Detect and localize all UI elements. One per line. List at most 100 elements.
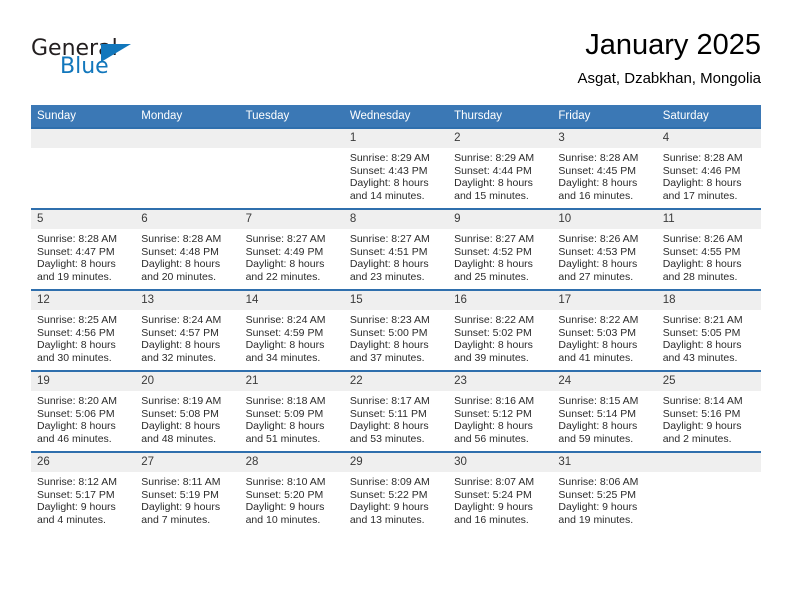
sunrise-text: Sunrise: 8:17 AM <box>349 395 430 407</box>
day-details: Sunrise: 8:23 AM Sunset: 5:00 PM Daylight:… <box>344 310 448 364</box>
sunrise-text: Sunrise: 8:06 AM <box>558 476 639 488</box>
day-number: 9 <box>448 210 553 229</box>
day-details: Sunrise: 8:15 AM Sunset: 5:14 PM Daylight:… <box>552 391 656 445</box>
sunrise-text: Sunrise: 8:28 AM <box>662 152 743 164</box>
day-cell[interactable]: 23 Sunrise: 8:16 AM Sunset: 5:12 PM Dayligh… <box>448 370 553 452</box>
logo-text-blue: Blue <box>60 54 109 79</box>
day-number: 13 <box>135 291 240 310</box>
day-cell[interactable]: 16 Sunrise: 8:22 AM Sunset: 5:02 PM Dayligh… <box>448 289 553 371</box>
sunrise-text: Sunrise: 8:24 AM <box>141 314 222 326</box>
day-cell[interactable]: 21 Sunrise: 8:18 AM Sunset: 5:09 PM Dayligh… <box>239 370 344 452</box>
daylight-text-line2: and 4 minutes. <box>37 513 106 526</box>
day-cell[interactable]: 29 Sunrise: 8:09 AM Sunset: 5:22 PM Dayligh… <box>343 451 449 532</box>
daylight-text-line2: and 43 minutes. <box>662 351 738 364</box>
day-number: 12 <box>31 291 136 310</box>
daylight-text-line1: Daylight: 8 hours <box>558 339 638 352</box>
sunrise-text: Sunrise: 8:29 AM <box>349 152 430 164</box>
daylight-text-line1: Daylight: 8 hours <box>349 339 429 352</box>
daylight-text-line2: and 34 minutes. <box>245 351 321 364</box>
day-details: Sunrise: 8:12 AM Sunset: 5:17 PM Daylight:… <box>31 472 135 526</box>
day-cell[interactable]: 10 Sunrise: 8:26 AM Sunset: 4:53 PM Dayligh… <box>552 208 657 290</box>
week-row: 19 Sunrise: 8:20 AM Sunset: 5:06 PM Dayligh… <box>31 370 761 452</box>
day-cell[interactable]: 7 Sunrise: 8:27 AM Sunset: 4:49 PM Daylight… <box>239 208 344 290</box>
sunset-text: Sunset: 5:11 PM <box>349 407 427 420</box>
daylight-text-line1: Daylight: 8 hours <box>37 420 116 433</box>
day-cell[interactable]: 3 Sunrise: 8:28 AM Sunset: 4:45 PM Daylight… <box>552 127 657 209</box>
daylight-text-line2: and 59 minutes. <box>558 432 634 445</box>
day-cell[interactable]: 28 Sunrise: 8:10 AM Sunset: 5:20 PM Dayligh… <box>239 451 344 532</box>
daylight-text-line1: Daylight: 8 hours <box>454 339 533 352</box>
day-number: 2 <box>448 129 553 148</box>
day-cell[interactable]: 15 Sunrise: 8:23 AM Sunset: 5:00 PM Dayligh… <box>343 289 449 371</box>
daylight-text-line1: Daylight: 8 hours <box>245 339 325 352</box>
day-number: 11 <box>656 210 761 229</box>
page-title: January 2025 <box>585 29 761 61</box>
day-number: 18 <box>656 291 761 310</box>
day-cell[interactable]: 30 Sunrise: 8:07 AM Sunset: 5:24 PM Dayligh… <box>448 451 553 532</box>
day-cell[interactable]: 19 Sunrise: 8:20 AM Sunset: 5:06 PM Dayligh… <box>31 370 136 452</box>
day-cell[interactable]: 1 Sunrise: 8:29 AM Sunset: 4:43 PM Daylight… <box>343 127 449 209</box>
day-details: Sunrise: 8:22 AM Sunset: 5:03 PM Daylight:… <box>552 310 656 364</box>
day-details: Sunrise: 8:28 AM Sunset: 4:46 PM Daylight:… <box>657 148 761 202</box>
week-row: 5 Sunrise: 8:28 AM Sunset: 4:47 PM Daylight… <box>31 208 761 290</box>
day-details: Sunrise: 8:28 AM Sunset: 4:47 PM Daylight:… <box>31 229 135 283</box>
sunrise-text: Sunrise: 8:22 AM <box>558 314 639 326</box>
day-cell[interactable]: 4 Sunrise: 8:28 AM Sunset: 4:46 PM Daylight… <box>656 127 761 209</box>
calendar-page: General Blue January 2025 Asgat, Dzabkha… <box>0 0 792 612</box>
day-number <box>31 129 136 148</box>
day-details: Sunrise: 8:16 AM Sunset: 5:12 PM Daylight:… <box>448 391 552 445</box>
daylight-text-line1: Daylight: 8 hours <box>141 258 221 271</box>
week-row: 26 Sunrise: 8:12 AM Sunset: 5:17 PM Dayligh… <box>31 451 761 532</box>
day-cell[interactable]: 12 Sunrise: 8:25 AM Sunset: 4:56 PM Dayligh… <box>31 289 136 371</box>
day-number: 29 <box>343 453 449 472</box>
day-cell[interactable]: 2 Sunrise: 8:29 AM Sunset: 4:44 PM Daylight… <box>448 127 553 209</box>
daylight-text-line2: and 48 minutes. <box>141 432 216 445</box>
day-cell[interactable] <box>31 127 136 209</box>
weekday-header-friday: Friday <box>552 105 657 128</box>
day-cell[interactable]: 11 Sunrise: 8:26 AM Sunset: 4:55 PM Dayligh… <box>656 208 761 290</box>
day-cell[interactable]: 26 Sunrise: 8:12 AM Sunset: 5:17 PM Dayligh… <box>31 451 136 532</box>
day-number: 25 <box>656 372 761 391</box>
day-cell[interactable]: 31 Sunrise: 8:06 AM Sunset: 5:25 PM Dayligh… <box>552 451 657 532</box>
day-number: 8 <box>343 210 449 229</box>
day-cell[interactable]: 14 Sunrise: 8:24 AM Sunset: 4:59 PM Dayligh… <box>239 289 344 371</box>
day-cell[interactable]: 20 Sunrise: 8:19 AM Sunset: 5:08 PM Dayligh… <box>135 370 240 452</box>
sunset-text: Sunset: 4:53 PM <box>558 245 637 258</box>
weekday-header-monday: Monday <box>135 105 240 128</box>
day-cell[interactable]: 22 Sunrise: 8:17 AM Sunset: 5:11 PM Dayligh… <box>343 370 449 452</box>
day-cell[interactable] <box>239 127 344 209</box>
day-details: Sunrise: 8:19 AM Sunset: 5:08 PM Daylight:… <box>135 391 239 445</box>
day-details <box>657 472 761 476</box>
day-cell[interactable]: 25 Sunrise: 8:14 AM Sunset: 5:16 PM Dayligh… <box>656 370 761 452</box>
daylight-text-line2: and 17 minutes. <box>662 189 738 202</box>
sunset-text: Sunset: 5:22 PM <box>349 488 428 501</box>
sunrise-text: Sunrise: 8:15 AM <box>558 395 639 407</box>
day-details <box>135 148 239 152</box>
daylight-text-line2: and 14 minutes. <box>349 189 425 202</box>
day-cell[interactable]: 13 Sunrise: 8:24 AM Sunset: 4:57 PM Dayligh… <box>135 289 240 371</box>
sunset-text: Sunset: 5:16 PM <box>662 407 741 420</box>
day-cell[interactable] <box>135 127 240 209</box>
day-cell[interactable]: 5 Sunrise: 8:28 AM Sunset: 4:47 PM Daylight… <box>31 208 136 290</box>
daylight-text-line2: and 23 minutes. <box>349 270 425 283</box>
day-number: 3 <box>552 129 657 148</box>
day-cell[interactable]: 17 Sunrise: 8:22 AM Sunset: 5:03 PM Dayligh… <box>552 289 657 371</box>
daylight-text-line2: and 46 minutes. <box>37 432 112 445</box>
calendar-grid: Sunday Monday Tuesday Wednesday Thursday… <box>31 105 761 532</box>
daylight-text-line2: and 10 minutes. <box>245 513 321 526</box>
day-cell[interactable]: 18 Sunrise: 8:21 AM Sunset: 5:05 PM Dayligh… <box>656 289 761 371</box>
general-blue-logo: General Blue <box>31 32 151 80</box>
day-cell[interactable]: 6 Sunrise: 8:28 AM Sunset: 4:48 PM Daylight… <box>135 208 240 290</box>
day-cell[interactable] <box>656 451 761 532</box>
day-cell[interactable]: 9 Sunrise: 8:27 AM Sunset: 4:52 PM Daylight… <box>448 208 553 290</box>
sunset-text: Sunset: 4:55 PM <box>662 245 741 258</box>
daylight-text-line2: and 19 minutes. <box>558 513 634 526</box>
day-cell[interactable]: 24 Sunrise: 8:15 AM Sunset: 5:14 PM Dayligh… <box>552 370 657 452</box>
day-cell[interactable]: 8 Sunrise: 8:27 AM Sunset: 4:51 PM Daylight… <box>343 208 449 290</box>
day-details: Sunrise: 8:28 AM Sunset: 4:45 PM Daylight:… <box>552 148 656 202</box>
daylight-text-line2: and 39 minutes. <box>454 351 529 364</box>
day-details: Sunrise: 8:27 AM Sunset: 4:52 PM Daylight:… <box>448 229 552 283</box>
day-cell[interactable]: 27 Sunrise: 8:11 AM Sunset: 5:19 PM Dayligh… <box>135 451 240 532</box>
weekday-header-saturday: Saturday <box>656 105 761 128</box>
sunrise-text: Sunrise: 8:19 AM <box>141 395 222 407</box>
